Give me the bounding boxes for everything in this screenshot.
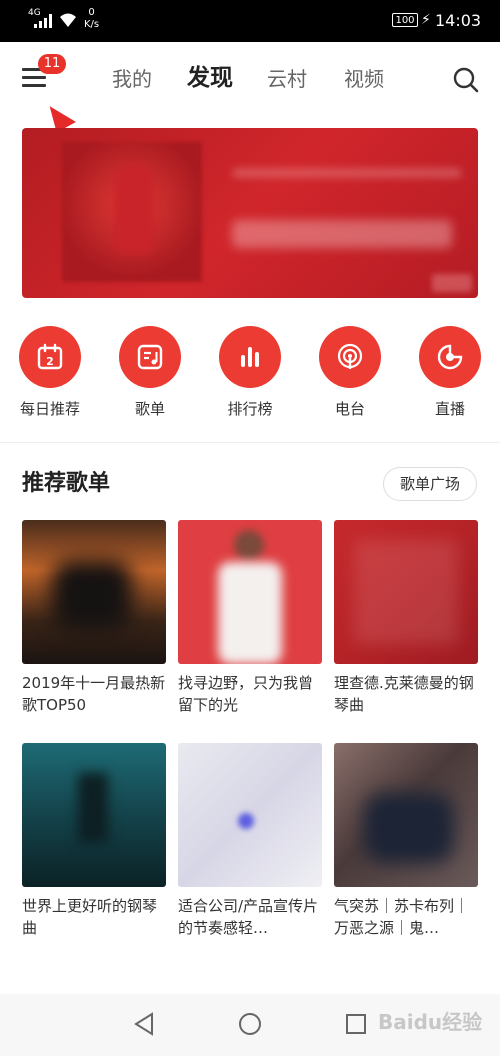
quick-live[interactable]: 直播 — [410, 326, 490, 418]
tab-mine[interactable]: 我的 — [112, 64, 152, 94]
banner-figure — [114, 164, 154, 254]
playlist-title: 适合公司/产品宣传片的节奏感轻… — [178, 897, 319, 937]
network-speed: 0 K/s — [84, 7, 100, 30]
playlist-title: 2019年十一月最热新歌TOP50 — [22, 674, 166, 714]
notification-badge: 11 — [38, 54, 66, 74]
playlist-card[interactable]: 适合公司/产品宣传片的节奏感轻… — [178, 743, 322, 939]
quick-daily-recommend[interactable]: 2 每日推荐 — [10, 326, 90, 418]
banner-tag — [432, 274, 472, 292]
playlist-title: 世界上更好听的钢琴曲 — [22, 897, 158, 937]
promo-banner[interactable] — [22, 128, 478, 298]
radio-icon — [337, 343, 363, 369]
playlist-cover — [178, 743, 322, 887]
playlist-title: 理查德.克莱德曼的钢琴曲 — [334, 674, 474, 714]
tab-cloud-village[interactable]: 云村 — [267, 64, 307, 94]
back-icon[interactable] — [130, 1010, 158, 1038]
playlist-plaza-button[interactable]: 歌单广场 — [383, 467, 477, 501]
quick-label: 每日推荐 — [19, 400, 80, 418]
playlist-cover — [22, 743, 166, 887]
calendar-icon: 2 — [37, 343, 63, 370]
playlist-cover — [334, 520, 478, 664]
top-nav: 11 我的 发现 云村 视频 — [0, 42, 500, 116]
tab-discover[interactable]: 发现 — [187, 63, 233, 93]
quick-charts[interactable]: 排行榜 — [210, 326, 290, 418]
charging-icon: ⚡ — [421, 12, 431, 28]
quick-label: 直播 — [434, 400, 465, 418]
calendar-day: 2 — [46, 355, 54, 368]
home-icon[interactable] — [236, 1010, 264, 1038]
watermark: Baidu经验 — [378, 1010, 483, 1034]
search-icon[interactable] — [452, 66, 480, 94]
playlist-cover — [178, 520, 322, 664]
playlist-cover — [334, 743, 478, 887]
playlist-card[interactable]: 世界上更好听的钢琴曲 — [22, 743, 166, 939]
status-bar: 4G 0 K/s 100 ⚡ 14:03 — [0, 0, 500, 42]
signal-icon — [34, 14, 52, 28]
banner-title-blur — [232, 220, 452, 248]
recent-apps-icon[interactable] — [342, 1010, 370, 1038]
playlist-card[interactable]: 找寻边野，只为我曾留下的光 — [178, 520, 322, 716]
playlist-card[interactable]: 2019年十一月最热新歌TOP50 — [22, 520, 166, 716]
playlist-title: 找寻边野，只为我曾留下的光 — [178, 674, 314, 714]
playlist-icon — [137, 344, 163, 370]
playlist-card[interactable]: 理查德.克莱德曼的钢琴曲 — [334, 520, 478, 716]
quick-playlist[interactable]: 歌单 — [110, 326, 190, 418]
live-icon — [437, 344, 463, 370]
battery-level: 100 — [392, 13, 418, 27]
tab-video[interactable]: 视频 — [344, 64, 384, 94]
quick-label: 排行榜 — [227, 400, 273, 418]
quick-label: 电台 — [334, 400, 365, 418]
wifi-icon — [60, 13, 76, 27]
playlist-title: 气突苏｜苏卡布列｜万恶之源｜鬼… — [334, 897, 470, 937]
section-divider — [0, 442, 500, 443]
quick-entries: 2 每日推荐 歌单 排行榜 电台 直播 — [0, 326, 500, 436]
clock: 14:03 — [435, 11, 482, 30]
quick-label: 歌单 — [134, 400, 165, 418]
bar-chart-icon — [241, 347, 259, 367]
section-title: 推荐歌单 — [22, 471, 111, 496]
banner-subtitle-blur — [232, 168, 462, 178]
playlist-cover — [22, 520, 166, 664]
quick-radio[interactable]: 电台 — [310, 326, 390, 418]
playlist-card[interactable]: 气突苏｜苏卡布列｜万恶之源｜鬼… — [334, 743, 478, 939]
